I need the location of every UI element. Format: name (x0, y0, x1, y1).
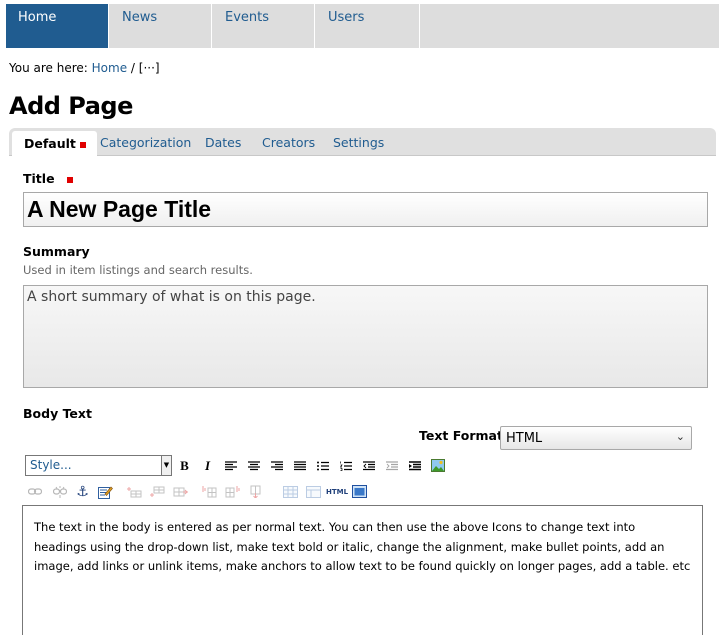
link-icon (27, 487, 42, 495)
italic-button[interactable]: I (199, 457, 216, 474)
tab-default[interactable]: Default (12, 131, 97, 156)
chevron-down-icon: ⌄ (675, 430, 685, 443)
tab-settings[interactable]: Settings (333, 135, 384, 150)
summary-help-text: Used in item listings and search results… (23, 263, 253, 277)
nav-tab-home[interactable]: Home (6, 4, 109, 48)
table-properties-icon (306, 485, 321, 498)
align-justify-button[interactable] (291, 457, 308, 474)
tab-creators[interactable]: Creators (262, 135, 315, 150)
table-delete-column-button[interactable] (247, 483, 264, 500)
table-col-before-icon (202, 486, 217, 498)
align-right-button[interactable] (268, 457, 285, 474)
nav-tab-events[interactable]: Events (213, 4, 315, 48)
table-row-before-icon (127, 486, 142, 497)
align-right-icon (270, 460, 283, 470)
blockquote-button[interactable] (406, 457, 423, 474)
unlink-button[interactable] (51, 483, 68, 500)
nav-tab-users[interactable]: Users (316, 4, 420, 48)
table-row-after-icon (150, 486, 165, 497)
align-center-button[interactable] (245, 457, 262, 474)
title-input[interactable] (23, 192, 708, 227)
outdent-icon (362, 460, 375, 470)
align-center-icon (247, 460, 260, 470)
style-select[interactable]: Style... ▼ (25, 455, 172, 476)
nav-tab-news[interactable]: News (110, 4, 212, 48)
table-delete-row-icon (173, 487, 188, 496)
insert-table-button[interactable] (282, 483, 299, 500)
table-icon (283, 485, 298, 498)
indent-button[interactable] (383, 457, 400, 474)
table-insert-column-before-button[interactable] (201, 483, 218, 500)
breadcrumb-current: [···] (138, 61, 160, 75)
bold-button[interactable]: B (176, 457, 193, 474)
text-format-value: HTML (506, 431, 543, 446)
body-text-label: Body Text (23, 406, 92, 421)
style-placeholder: Style... (30, 458, 72, 472)
title-label-text: Title (23, 171, 55, 186)
edit-note-icon (98, 486, 113, 499)
html-source-button[interactable]: HTML (326, 483, 348, 500)
numbered-list-button[interactable] (337, 457, 354, 474)
align-left-icon (224, 460, 237, 470)
bullet-list-icon (316, 461, 329, 470)
image-icon (430, 459, 445, 472)
table-delete-column-icon (250, 485, 261, 498)
anchor-button[interactable]: ⚓ (74, 483, 91, 500)
table-insert-row-after-button[interactable] (149, 483, 166, 500)
required-marker-icon (79, 141, 86, 148)
table-properties-button[interactable] (305, 483, 322, 500)
top-navigation: Home News Events Users (6, 4, 719, 48)
fullscreen-icon (352, 485, 367, 498)
indent-icon (385, 460, 398, 470)
table-insert-column-after-button[interactable] (224, 483, 241, 500)
required-marker-icon (66, 176, 73, 183)
tab-categorization[interactable]: Categorization (100, 135, 191, 150)
align-justify-icon (293, 460, 306, 470)
summary-input[interactable]: A short summary of what is on this page. (23, 285, 708, 388)
breadcrumb: You are here: Home / [···] (9, 61, 160, 75)
table-col-after-icon (225, 486, 240, 498)
bullet-list-button[interactable] (314, 457, 331, 474)
fullscreen-button[interactable] (351, 483, 368, 500)
link-button[interactable] (26, 483, 43, 500)
dropdown-arrow-icon: ▼ (161, 456, 171, 475)
page-title: Add Page (9, 92, 133, 120)
text-format-select[interactable]: HTML ⌄ (500, 426, 692, 450)
breadcrumb-home-link[interactable]: Home (92, 61, 127, 75)
anchor-icon: ⚓ (76, 483, 89, 500)
align-left-button[interactable] (222, 457, 239, 474)
table-delete-row-button[interactable] (172, 483, 189, 500)
breadcrumb-separator: / (130, 61, 135, 75)
numbered-list-icon (339, 461, 352, 471)
blockquote-icon (408, 460, 421, 470)
outdent-button[interactable] (360, 457, 377, 474)
text-format-label: Text Format (419, 428, 503, 443)
form-tabs: Default Categorization Dates Creators Se… (9, 128, 716, 156)
tab-dates[interactable]: Dates (205, 135, 241, 150)
summary-label: Summary (23, 244, 90, 259)
tab-default-label: Default (24, 136, 76, 151)
table-insert-row-before-button[interactable] (126, 483, 143, 500)
breadcrumb-prefix: You are here: (9, 61, 88, 75)
unlink-icon (52, 485, 67, 498)
insert-snippet-button[interactable] (97, 483, 114, 500)
insert-image-button[interactable] (429, 457, 446, 474)
title-label: Title (23, 171, 73, 186)
body-text-editor[interactable]: The text in the body is entered as per n… (22, 505, 703, 635)
